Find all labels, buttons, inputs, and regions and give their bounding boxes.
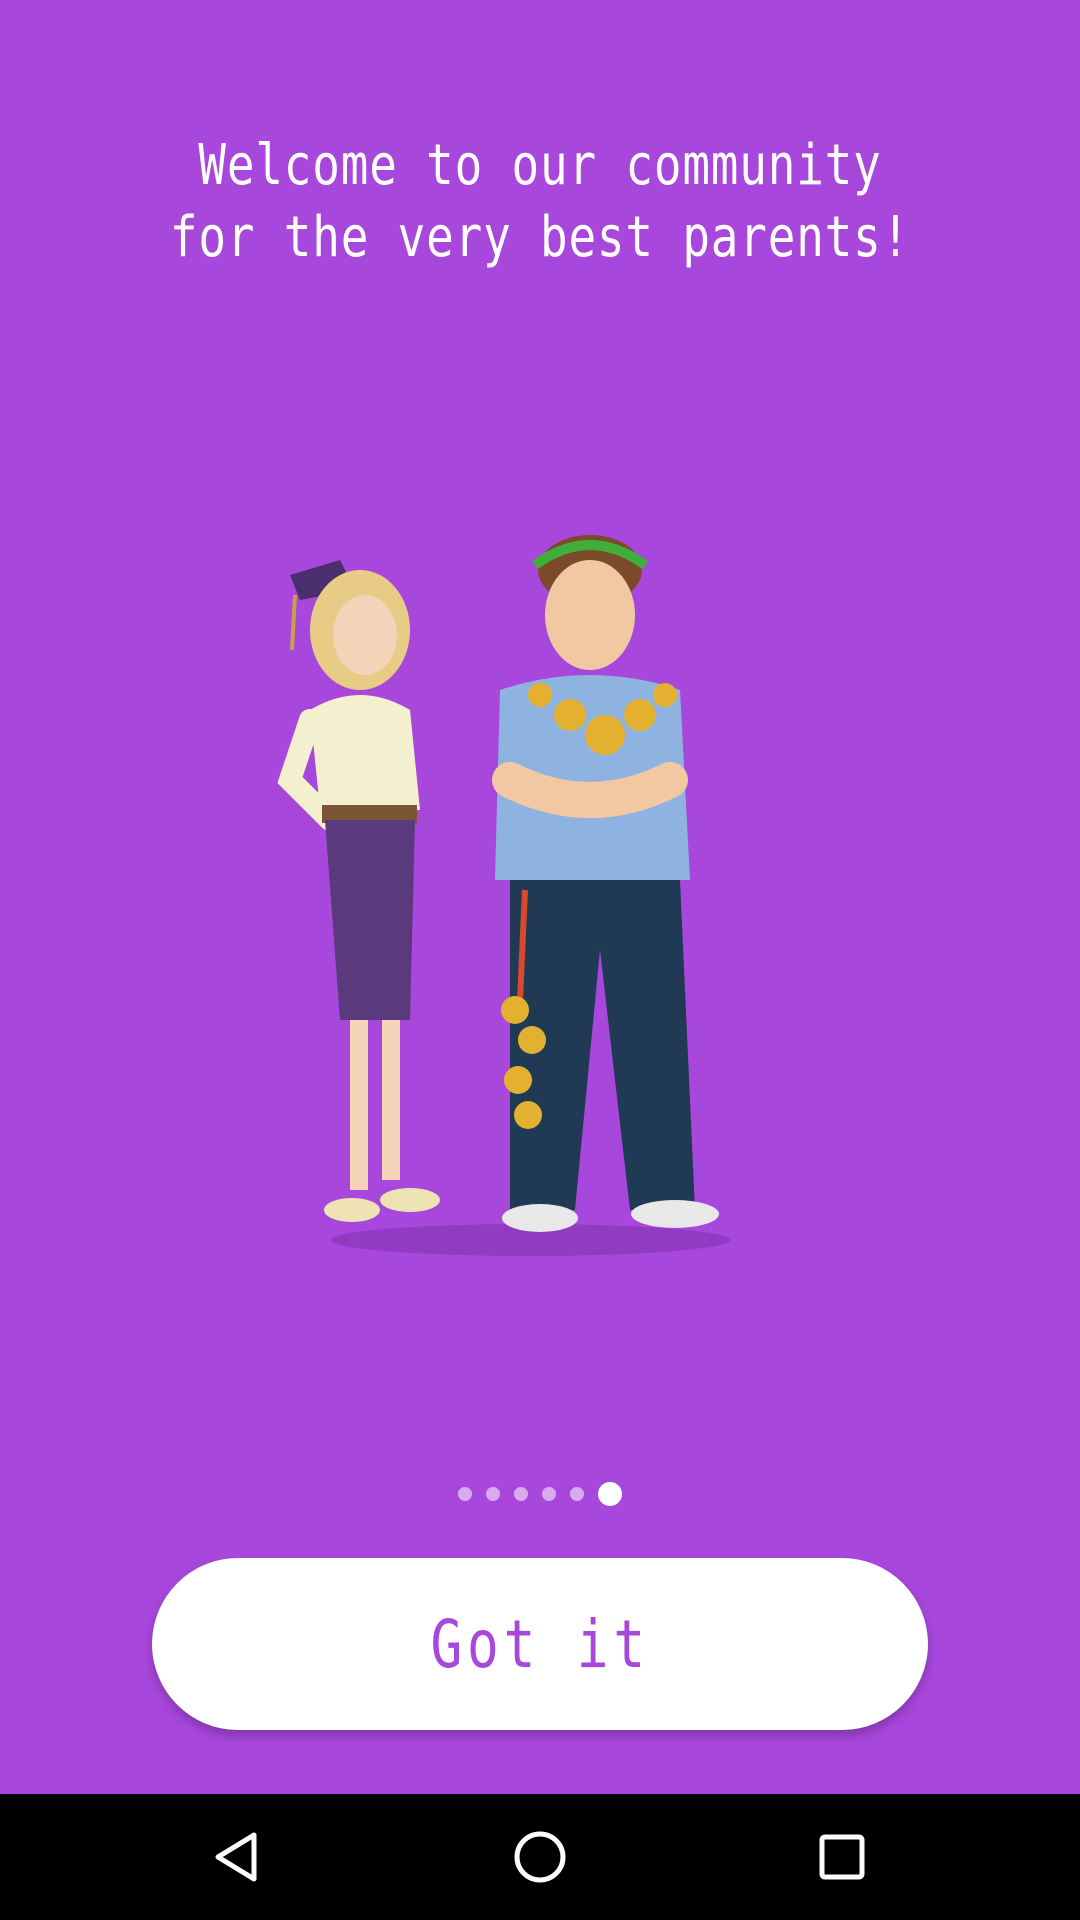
onboarding-slide: Welcome to our community for the very be… (0, 0, 1080, 1794)
father-figure (492, 535, 719, 1232)
back-triangle-icon (215, 1832, 257, 1882)
page-dot (514, 1487, 528, 1501)
got-it-label: Got it (430, 1605, 650, 1683)
screen: Welcome to our community for the very be… (0, 0, 1080, 1920)
page-indicator (0, 1482, 1080, 1506)
system-navigation-bar (0, 1794, 1080, 1920)
parents-illustration-icon (277, 535, 730, 1256)
got-it-button[interactable]: Got it (152, 1558, 928, 1730)
recents-square-icon (819, 1834, 865, 1880)
page-dot (570, 1487, 584, 1501)
welcome-headline: Welcome to our community for the very be… (169, 133, 911, 270)
mother-figure (277, 560, 440, 1222)
home-button[interactable] (480, 1812, 600, 1902)
back-button[interactable] (178, 1812, 298, 1902)
page-dot (542, 1487, 556, 1501)
page-dot (486, 1487, 500, 1501)
recents-button[interactable] (782, 1812, 902, 1902)
page-dot-active (598, 1482, 622, 1506)
page-dot (458, 1487, 472, 1501)
home-circle-icon (514, 1831, 566, 1883)
